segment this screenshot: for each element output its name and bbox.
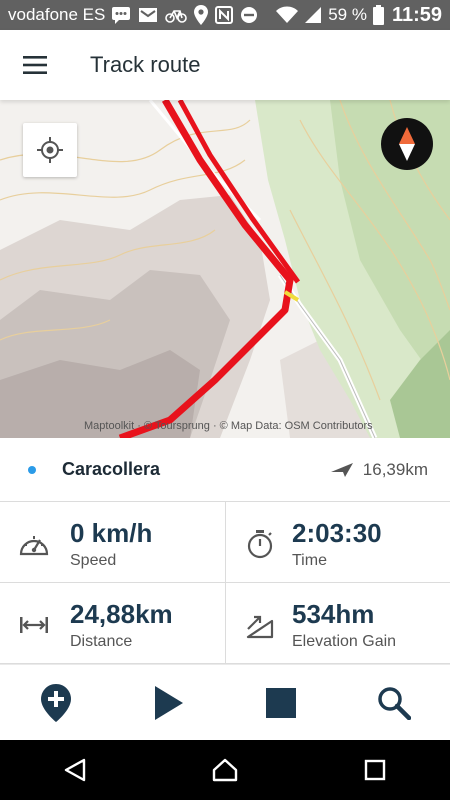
stat-distance: 24,88km Distance [0, 583, 225, 664]
clock: 11:59 [391, 3, 442, 26]
elevation-icon [246, 615, 274, 639]
message-icon [112, 7, 131, 24]
app-bar: Track route [0, 30, 450, 100]
distance-value: 24,88km [70, 599, 173, 629]
route-distance-wrap: 16,39km [330, 459, 428, 480]
recents-icon [364, 759, 386, 781]
speed-value: 0 km/h [70, 518, 153, 548]
wifi-icon [276, 6, 299, 23]
search-button[interactable] [359, 668, 429, 738]
add-marker-button[interactable] [21, 668, 91, 738]
mail-icon [139, 8, 158, 22]
home-button[interactable] [195, 740, 255, 800]
speed-label: Speed [70, 552, 117, 569]
recents-button[interactable] [345, 740, 405, 800]
hamburger-menu-icon [23, 56, 47, 74]
notification-icons [111, 5, 258, 25]
stopwatch-icon [247, 530, 273, 559]
carrier-name: vodafone ES [8, 5, 106, 24]
map-view[interactable]: Maptoolkit · © Toursprung · © Map Data: … [0, 100, 450, 438]
page-title: Track route [90, 52, 201, 77]
time-label: Time [292, 552, 327, 569]
battery-percent: 59 % [328, 5, 367, 24]
nfc-icon [215, 6, 234, 24]
do-not-disturb-icon [241, 7, 258, 23]
stats-grid: 0 km/h Speed 2:03:30 Time 24,88km Distan… [0, 502, 450, 664]
route-dot [28, 465, 36, 474]
back-button[interactable] [45, 740, 105, 800]
route-info-row[interactable]: Caracollera 16,39km [0, 438, 450, 502]
time-value: 2:03:30 [292, 518, 382, 548]
route-distance: 16,39km [362, 459, 428, 479]
stop-icon [266, 687, 297, 718]
route-name: Caracollera [62, 459, 161, 479]
play-button[interactable] [134, 668, 204, 738]
elevation-value: 534hm [292, 599, 375, 629]
speedometer-icon [19, 536, 49, 556]
my-location-button[interactable] [23, 123, 77, 177]
elevation-label: Elevation Gain [292, 633, 397, 650]
signal-icon [305, 7, 322, 23]
battery-icon [372, 5, 384, 25]
location-icon [194, 5, 209, 25]
add-location-icon [41, 683, 72, 722]
home-icon [212, 758, 238, 782]
bike-icon [165, 10, 188, 23]
menu-button[interactable] [0, 30, 70, 100]
action-bar [0, 664, 450, 740]
status-bar: vodafone ES 59 % 11:59 [0, 0, 450, 30]
stat-time: 2:03:30 Time [225, 502, 450, 583]
my-location-icon [37, 137, 63, 163]
stop-button[interactable] [246, 668, 316, 738]
status-right: 59 % 11:59 [276, 4, 442, 27]
compass-button[interactable] [381, 118, 433, 170]
compass-icon [399, 127, 415, 161]
search-icon [378, 686, 411, 720]
stat-speed: 0 km/h Speed [0, 502, 225, 583]
system-nav-bar [0, 740, 450, 800]
play-icon [154, 685, 183, 720]
stat-elevation: 534hm Elevation Gain [225, 583, 450, 664]
back-icon [64, 758, 86, 782]
distance-icon [20, 617, 48, 633]
distance-label: Distance [70, 633, 133, 650]
navigation-arrow-icon [330, 462, 353, 477]
map-attribution: Maptoolkit · © Toursprung · © Map Data: … [84, 420, 373, 432]
